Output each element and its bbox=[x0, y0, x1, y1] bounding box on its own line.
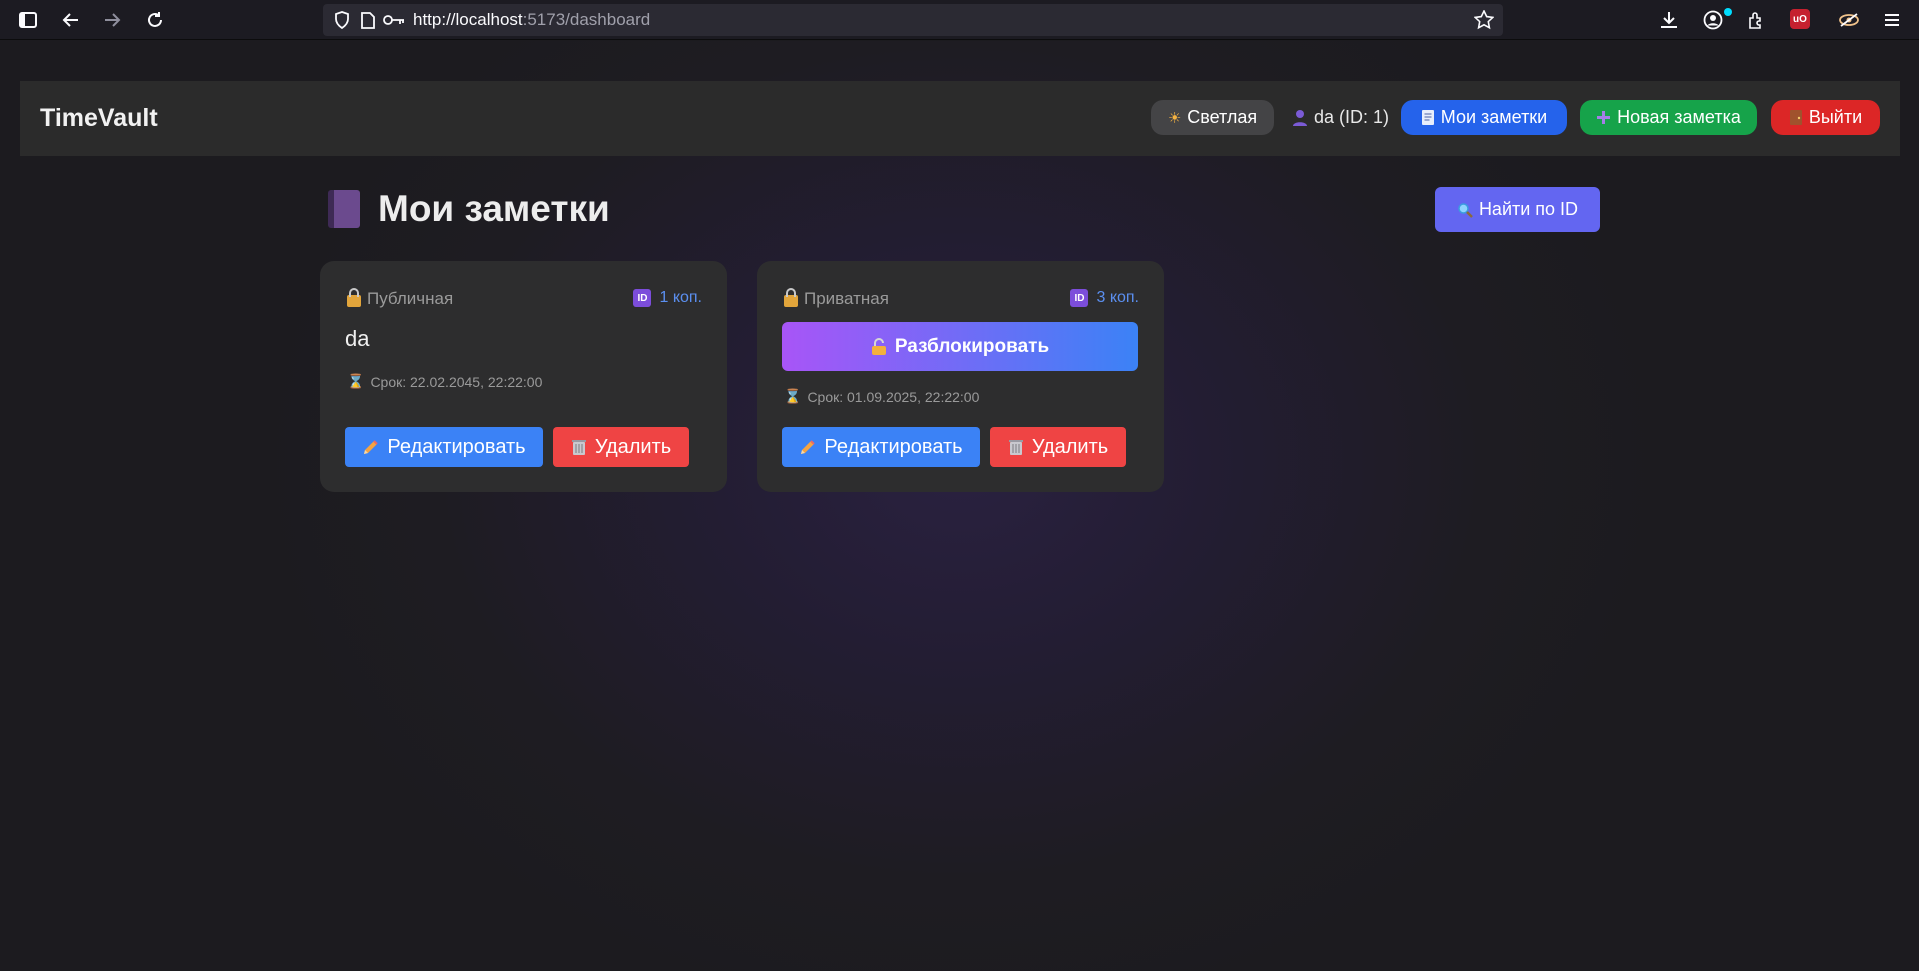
pencil-icon bbox=[364, 439, 379, 454]
delete-button[interactable]: Удалить bbox=[990, 427, 1126, 467]
user-label: da (ID: 1) bbox=[1314, 107, 1390, 127]
edit-button[interactable]: Редактировать bbox=[782, 427, 980, 467]
my-notes-label: Мои заметки bbox=[1440, 107, 1548, 127]
plus-icon bbox=[1597, 111, 1611, 124]
lock-icon bbox=[784, 288, 798, 307]
notification-dot bbox=[1724, 8, 1732, 16]
note-card: Публичная ID 1 коп. da ⌛ Срок: 22.02.204… bbox=[320, 261, 727, 492]
note-text: da bbox=[345, 326, 370, 351]
note-visibility-label: Приватная bbox=[804, 289, 889, 308]
unlock-icon bbox=[871, 337, 886, 355]
pencil-icon bbox=[801, 439, 816, 454]
note-card: Приватная ID 3 коп. Разблокировать ⌛ Сро… bbox=[757, 261, 1164, 492]
new-note-button[interactable]: Новая заметка bbox=[1580, 100, 1757, 135]
door-icon bbox=[1789, 110, 1802, 125]
unlock-label: Разблокировать bbox=[894, 335, 1050, 357]
note-visibility: Приватная bbox=[784, 288, 889, 309]
theme-toggle-button[interactable]: ☀ Светлая bbox=[1151, 100, 1274, 135]
theme-toggle-label: Светлая bbox=[1187, 107, 1258, 127]
extensions-icon[interactable] bbox=[1743, 7, 1769, 33]
app-header: TimeVault ☀ Светлая da (ID: 1) Мои замет… bbox=[20, 81, 1900, 156]
note-copies-label: 3 коп. bbox=[1096, 289, 1139, 306]
sun-icon: ☀ bbox=[1167, 108, 1182, 127]
reload-icon[interactable] bbox=[142, 7, 168, 33]
download-icon[interactable] bbox=[1656, 7, 1682, 33]
account-icon[interactable] bbox=[1700, 7, 1726, 33]
ublock-icon[interactable]: uO bbox=[1790, 9, 1810, 29]
find-by-id-button[interactable]: Найти по ID bbox=[1435, 187, 1600, 232]
user-icon bbox=[1293, 109, 1307, 126]
user-info: da (ID: 1) bbox=[1292, 100, 1389, 135]
trash-icon bbox=[1008, 440, 1023, 455]
app-logo[interactable]: TimeVault bbox=[40, 81, 158, 156]
note-copies-label: 1 коп. bbox=[659, 289, 702, 306]
note-deadline: ⌛ Срок: 22.02.2045, 22:22:00 bbox=[347, 374, 542, 390]
hourglass-icon: ⌛ bbox=[347, 374, 365, 390]
id-icon: ID bbox=[1070, 289, 1089, 307]
note-deadline: ⌛ Срок: 01.09.2025, 22:22:00 bbox=[784, 389, 979, 405]
app-page: TimeVault ☀ Светлая da (ID: 1) Мои замет… bbox=[0, 41, 1919, 971]
note-deadline-label: Срок: 22.02.2045, 22:22:00 bbox=[370, 374, 543, 390]
note-visibility-label: Публичная bbox=[367, 289, 454, 308]
hourglass-icon: ⌛ bbox=[784, 389, 802, 405]
unlock-button[interactable]: Разблокировать bbox=[782, 322, 1138, 371]
logout-button[interactable]: Выйти bbox=[1771, 100, 1880, 135]
id-icon: ID bbox=[633, 289, 652, 307]
lock-icon bbox=[347, 288, 361, 307]
edit-label: Редактировать bbox=[824, 435, 963, 458]
back-icon[interactable] bbox=[57, 7, 83, 33]
notebook-icon bbox=[1421, 110, 1434, 125]
note-deadline-label: Срок: 01.09.2025, 22:22:00 bbox=[807, 389, 980, 405]
page-title-text: Мои заметки bbox=[378, 188, 610, 229]
find-by-id-label: Найти по ID bbox=[1478, 199, 1579, 219]
note-copies: ID 3 коп. bbox=[1070, 289, 1139, 307]
note-visibility: Публичная bbox=[347, 288, 454, 309]
key-icon[interactable] bbox=[381, 7, 407, 33]
shield-icon[interactable] bbox=[329, 7, 355, 33]
delete-button[interactable]: Удалить bbox=[553, 427, 689, 467]
forward-icon[interactable] bbox=[100, 7, 126, 33]
edit-label: Редактировать bbox=[387, 435, 526, 458]
page-title: Мои заметки bbox=[328, 184, 610, 234]
bookmark-star-icon[interactable] bbox=[1471, 7, 1497, 33]
extension-eye-icon[interactable] bbox=[1836, 7, 1862, 33]
page-icon[interactable] bbox=[355, 7, 381, 33]
sidebar-toggle-icon[interactable] bbox=[15, 7, 41, 33]
url-text[interactable]: http://localhost:5173/dashboard bbox=[413, 4, 650, 36]
my-notes-button[interactable]: Мои заметки bbox=[1401, 100, 1567, 135]
new-note-label: Новая заметка bbox=[1617, 107, 1741, 127]
address-bar[interactable]: http://localhost:5173/dashboard bbox=[323, 4, 1503, 36]
logout-label: Выйти bbox=[1808, 107, 1863, 127]
delete-label: Удалить bbox=[1031, 435, 1109, 458]
menu-icon[interactable] bbox=[1879, 7, 1905, 33]
browser-toolbar: http://localhost:5173/dashboard uO bbox=[0, 0, 1919, 40]
url-path: :5173/dashboard bbox=[522, 10, 651, 29]
delete-label: Удалить bbox=[594, 435, 672, 458]
note-copies: ID 1 коп. bbox=[633, 289, 702, 307]
book-icon bbox=[328, 190, 360, 228]
url-host: http://localhost bbox=[413, 10, 523, 29]
edit-button[interactable]: Редактировать bbox=[345, 427, 543, 467]
trash-icon bbox=[571, 440, 586, 455]
magnifier-icon bbox=[1458, 202, 1473, 218]
